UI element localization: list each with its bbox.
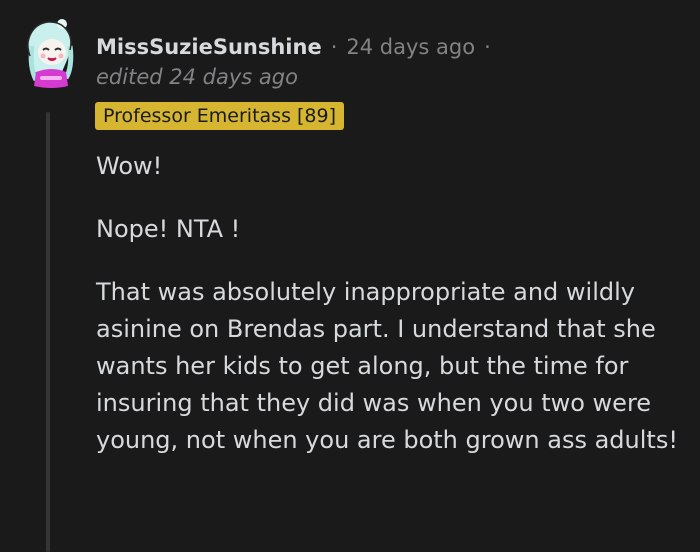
separator-dot: · — [484, 35, 491, 59]
separator-dot: · — [330, 35, 338, 59]
user-avatar[interactable] — [22, 16, 76, 98]
comment: MissSuzieSunshine · 24 days ago · edited… — [0, 0, 700, 552]
comment-body: Wow! Nope! NTA ! That was absolutely ina… — [96, 148, 686, 485]
comment-paragraph: That was absolutely inappropriate and wi… — [96, 278, 678, 454]
user-flair-badge: Professor Emeritass [89] — [95, 102, 345, 130]
timestamp-link[interactable]: 24 days ago — [346, 35, 475, 59]
avatar-icon — [27, 19, 74, 88]
edited-label: edited 24 days ago — [96, 65, 298, 89]
comment-paragraph: Nope! NTA ! — [96, 215, 241, 243]
thread-collapse-line[interactable] — [46, 112, 50, 552]
comment-paragraph: Wow! — [96, 152, 163, 180]
comment-meta: MissSuzieSunshine · 24 days ago · — [96, 32, 500, 62]
username-link[interactable]: MissSuzieSunshine — [96, 35, 322, 59]
